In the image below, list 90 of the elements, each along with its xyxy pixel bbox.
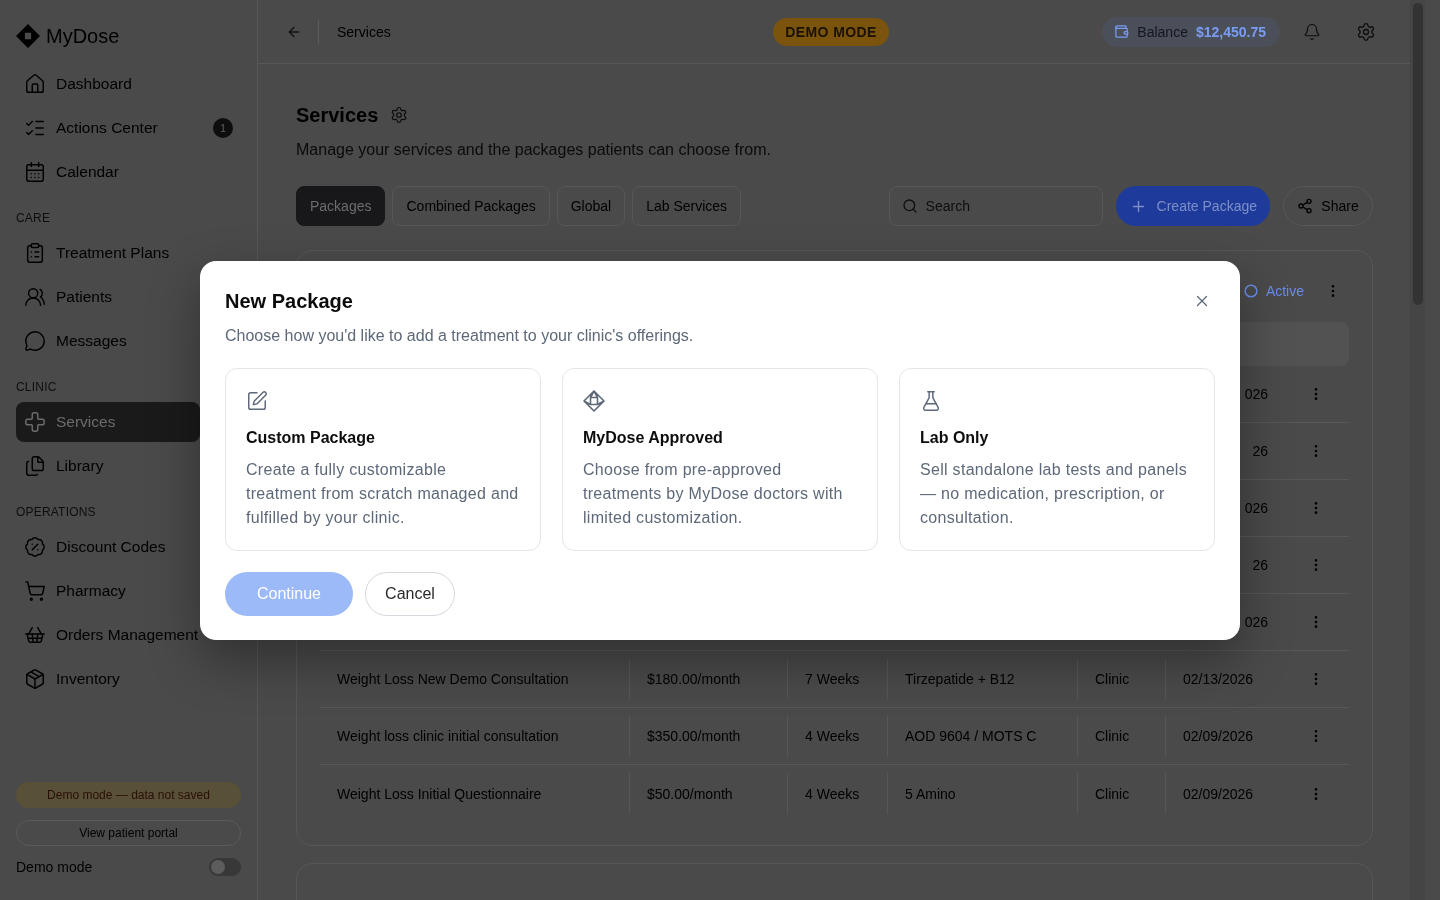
tab[interactable]: Global xyxy=(556,186,626,226)
balance-value: $12,450.75 xyxy=(1195,23,1266,40)
table-cell: Clinic xyxy=(1077,716,1165,756)
brand-name: MyDose xyxy=(46,24,120,48)
settings-icon[interactable] xyxy=(1356,21,1376,42)
home-icon xyxy=(24,73,46,95)
settings-icon[interactable] xyxy=(390,106,409,124)
documents-icon xyxy=(24,455,46,477)
table-cell: Clinic xyxy=(1077,659,1165,699)
count-badge: 1 xyxy=(213,118,233,138)
option-title: Lab Only xyxy=(920,427,989,448)
box-icon xyxy=(24,668,46,690)
nav-item[interactable]: Messages xyxy=(16,321,127,361)
cart-icon xyxy=(24,580,46,602)
users-icon xyxy=(24,286,46,308)
nav-item[interactable]: Patients xyxy=(16,277,112,317)
table-cell-text: Weight Loss New Demo Consultation xyxy=(336,670,570,689)
create-package-button[interactable]: Create Package xyxy=(1115,186,1270,226)
balance-label: Balance xyxy=(1137,23,1188,40)
option-title: Custom Package xyxy=(246,427,375,448)
status-label: Active xyxy=(1265,283,1304,299)
table-cell-text: 26 xyxy=(1252,556,1269,575)
table-cell: 4 Weeks xyxy=(787,716,887,756)
option-description: Sell standalone lab tests and panels — no medication, prescription, or consultation. xyxy=(920,459,1188,528)
demo-notice: Demo mode — data not saved xyxy=(16,782,241,808)
section-heading: CARE xyxy=(16,210,51,226)
page-title: Services xyxy=(296,103,379,128)
table-cell-text: Weight loss clinic initial consultation xyxy=(336,727,560,746)
table-cell: AOD 9604 / MOTS C xyxy=(887,716,1077,756)
table-cell: $350.00/month xyxy=(629,716,787,756)
table-cell: 7 Weeks xyxy=(787,659,887,699)
nav-item[interactable]: Calendar xyxy=(16,152,119,192)
table-cell: Tirzepatide + B12 xyxy=(887,659,1077,699)
tab[interactable]: Packages xyxy=(296,186,386,226)
nav-item[interactable]: Library xyxy=(16,446,104,486)
wallet-icon xyxy=(1114,24,1130,39)
chat-bubble-icon xyxy=(24,330,46,352)
table-cell: 4 Weeks xyxy=(787,773,887,814)
option-description: Create a fully customizable treatment from scratch managed and fulfilled by your clinic. xyxy=(246,459,520,528)
nav-item[interactable]: Inventory xyxy=(16,659,120,699)
section-heading: OPERATIONS xyxy=(16,504,96,520)
nav-item[interactable]: Services xyxy=(16,402,200,442)
clipboard-icon xyxy=(24,242,46,264)
flask-icon xyxy=(920,389,942,412)
nav-item[interactable]: Pharmacy xyxy=(16,571,126,611)
search-icon xyxy=(901,198,918,214)
nav-item[interactable]: Discount Codes xyxy=(16,527,166,567)
option-description: Choose from pre-approved treatments by MyDose doctors with limited customization. xyxy=(583,459,844,528)
dialog-title: New Package xyxy=(225,288,353,314)
table-cell: $50.00/month xyxy=(629,773,787,814)
table-cell-text: 026 xyxy=(1244,499,1269,518)
option-card[interactable]: Custom Package Create a fully customizable treatment from scratch managed and fulfilled by your clinic. xyxy=(225,367,541,551)
option-title: MyDose Approved xyxy=(583,427,723,448)
cross-icon xyxy=(24,411,46,433)
calendar-icon xyxy=(24,161,46,183)
table-cell-text: 026 xyxy=(1244,613,1269,632)
nav-item[interactable]: Orders Management xyxy=(16,615,199,655)
edit-icon xyxy=(246,389,268,412)
share-icon xyxy=(1297,198,1314,214)
diamond-icon xyxy=(583,389,605,412)
table-cell-text: 26 xyxy=(1252,442,1269,461)
logo-icon xyxy=(16,24,40,48)
table-cell: 02/09/2026 xyxy=(1165,716,1290,756)
ring-icon[interactable] xyxy=(1243,284,1258,298)
table-cell: 5 Amino xyxy=(887,773,1077,814)
dialog-subtitle: Choose how you'd like to add a treatment to your clinic's offerings. xyxy=(225,325,695,346)
search-field[interactable]: Search xyxy=(888,186,1103,226)
tab[interactable]: Lab Services xyxy=(632,186,742,226)
table-cell: $180.00/month xyxy=(629,659,787,699)
page-subtitle: Manage your services and the packages patients can choose from. xyxy=(296,140,772,160)
table-cell-text: Weight Loss Initial Questionnaire xyxy=(336,784,543,804)
nav-item[interactable]: Actions Center 1 xyxy=(16,108,241,148)
percent-badge-icon xyxy=(24,536,46,558)
nav-item[interactable]: Treatment Plans xyxy=(16,233,170,273)
demo-mode-switch[interactable] xyxy=(209,858,241,876)
table-cell: 02/09/2026 xyxy=(1165,773,1290,814)
toggle-label: Demo mode xyxy=(16,859,93,875)
nav-item[interactable]: Dashboard xyxy=(16,64,132,104)
section-heading: CLINIC xyxy=(16,379,57,395)
option-card[interactable]: Lab Only Sell standalone lab tests and panels — no medication, prescription, or consultation. xyxy=(899,367,1215,551)
bell-icon[interactable] xyxy=(1303,22,1321,41)
table-cell: Clinic xyxy=(1077,773,1165,814)
table-cell: 02/13/2026 xyxy=(1165,659,1290,699)
option-card[interactable]: MyDose Approved Choose from pre-approved treatments by MyDose doctors with limited customization. xyxy=(562,367,878,551)
basket-icon xyxy=(24,624,46,646)
demo-mode-badge: DEMO MODE xyxy=(773,17,889,46)
breadcrumb-title: Services xyxy=(337,23,391,40)
tab[interactable]: Combined Packages xyxy=(392,186,550,226)
table-cell-text: 026 xyxy=(1244,385,1269,404)
cancel-button[interactable]: Cancel xyxy=(365,571,455,616)
